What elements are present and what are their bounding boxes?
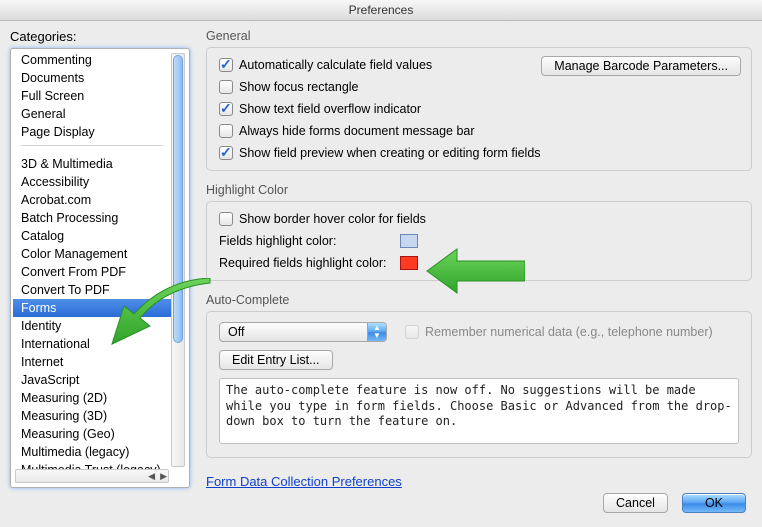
sidebar-item-convert-to-pdf[interactable]: Convert To PDF [13,281,171,299]
overflow-checkbox[interactable] [219,102,233,116]
general-group: Manage Barcode Parameters... Automatical… [206,47,752,171]
overflow-label: Show text field overflow indicator [239,102,421,116]
cancel-button[interactable]: Cancel [603,493,668,513]
general-heading: General [206,29,752,43]
sidebar-item-general[interactable]: General [13,105,171,123]
hide-msg-checkbox[interactable] [219,124,233,138]
sidebar-item-multimedia-trust-legacy-[interactable]: Multimedia Trust (legacy) [13,461,171,469]
sidebar-item-catalog[interactable]: Catalog [13,227,171,245]
sidebar-item-accessibility[interactable]: Accessibility [13,173,171,191]
highlight-heading: Highlight Color [206,183,752,197]
vertical-scroll-thumb[interactable] [173,55,183,343]
manage-barcode-button[interactable]: Manage Barcode Parameters... [541,56,741,76]
sidebar-item-documents[interactable]: Documents [13,69,171,87]
sidebar-item-measuring-3d-[interactable]: Measuring (3D) [13,407,171,425]
sidebar-item-3d-multimedia[interactable]: 3D & Multimedia [13,155,171,173]
categories-heading: Categories: [10,29,190,44]
preview-checkbox[interactable] [219,146,233,160]
ok-button[interactable]: OK [682,493,746,513]
highlight-group: Show border hover color for fields Field… [206,201,752,281]
sidebar-item-forms[interactable]: Forms [13,299,171,317]
sidebar-item-acrobat-com[interactable]: Acrobat.com [13,191,171,209]
autocomplete-select-value: Off [228,325,244,339]
sidebar-item-identity[interactable]: Identity [13,317,171,335]
horizontal-scrollbar[interactable] [15,469,169,483]
scroll-right-icon[interactable]: ▶ [160,471,167,482]
auto-calc-label: Automatically calculate field values [239,58,432,72]
autocomplete-select[interactable]: Off ▲▼ [219,322,387,342]
fields-highlight-label: Fields highlight color: [219,234,394,248]
categories-listbox[interactable]: CommentingDocumentsFull ScreenGeneralPag… [10,48,190,488]
sidebar-item-multimedia-legacy-[interactable]: Multimedia (legacy) [13,443,171,461]
hide-msg-label: Always hide forms document message bar [239,124,475,138]
sidebar-item-convert-from-pdf[interactable]: Convert From PDF [13,263,171,281]
focus-rect-checkbox[interactable] [219,80,233,94]
sidebar-item-internet[interactable]: Internet [13,353,171,371]
border-hover-checkbox[interactable] [219,212,233,226]
sidebar-item-commenting[interactable]: Commenting [13,51,171,69]
list-separator [21,145,163,155]
sidebar-item-batch-processing[interactable]: Batch Processing [13,209,171,227]
window-title: Preferences [0,0,762,21]
autocomplete-heading: Auto-Complete [206,293,752,307]
edit-entry-list-button[interactable]: Edit Entry List... [219,350,333,370]
scroll-left-icon[interactable]: ◀ [148,471,155,482]
sidebar-item-full-screen[interactable]: Full Screen [13,87,171,105]
required-highlight-swatch[interactable] [400,256,418,270]
remember-numeric-checkbox [405,325,419,339]
sidebar-item-measuring-geo-[interactable]: Measuring (Geo) [13,425,171,443]
vertical-scrollbar[interactable] [171,53,185,467]
border-hover-label: Show border hover color for fields [239,212,426,226]
form-data-collection-link[interactable]: Form Data Collection Preferences [206,474,402,489]
preview-label: Show field preview when creating or edit… [239,146,541,160]
sidebar-item-color-management[interactable]: Color Management [13,245,171,263]
required-highlight-label: Required fields highlight color: [219,256,394,270]
sidebar-item-international[interactable]: International [13,335,171,353]
remember-numeric-label: Remember numerical data (e.g., telephone… [425,325,713,339]
autocomplete-group: Off ▲▼ Remember numerical data (e.g., te… [206,311,752,458]
chevron-updown-icon: ▲▼ [372,324,382,340]
autocomplete-description [219,378,739,444]
fields-highlight-swatch[interactable] [400,234,418,248]
sidebar-item-javascript[interactable]: JavaScript [13,371,171,389]
sidebar-item-page-display[interactable]: Page Display [13,123,171,141]
auto-calc-checkbox[interactable] [219,58,233,72]
sidebar-item-measuring-2d-[interactable]: Measuring (2D) [13,389,171,407]
focus-rect-label: Show focus rectangle [239,80,359,94]
